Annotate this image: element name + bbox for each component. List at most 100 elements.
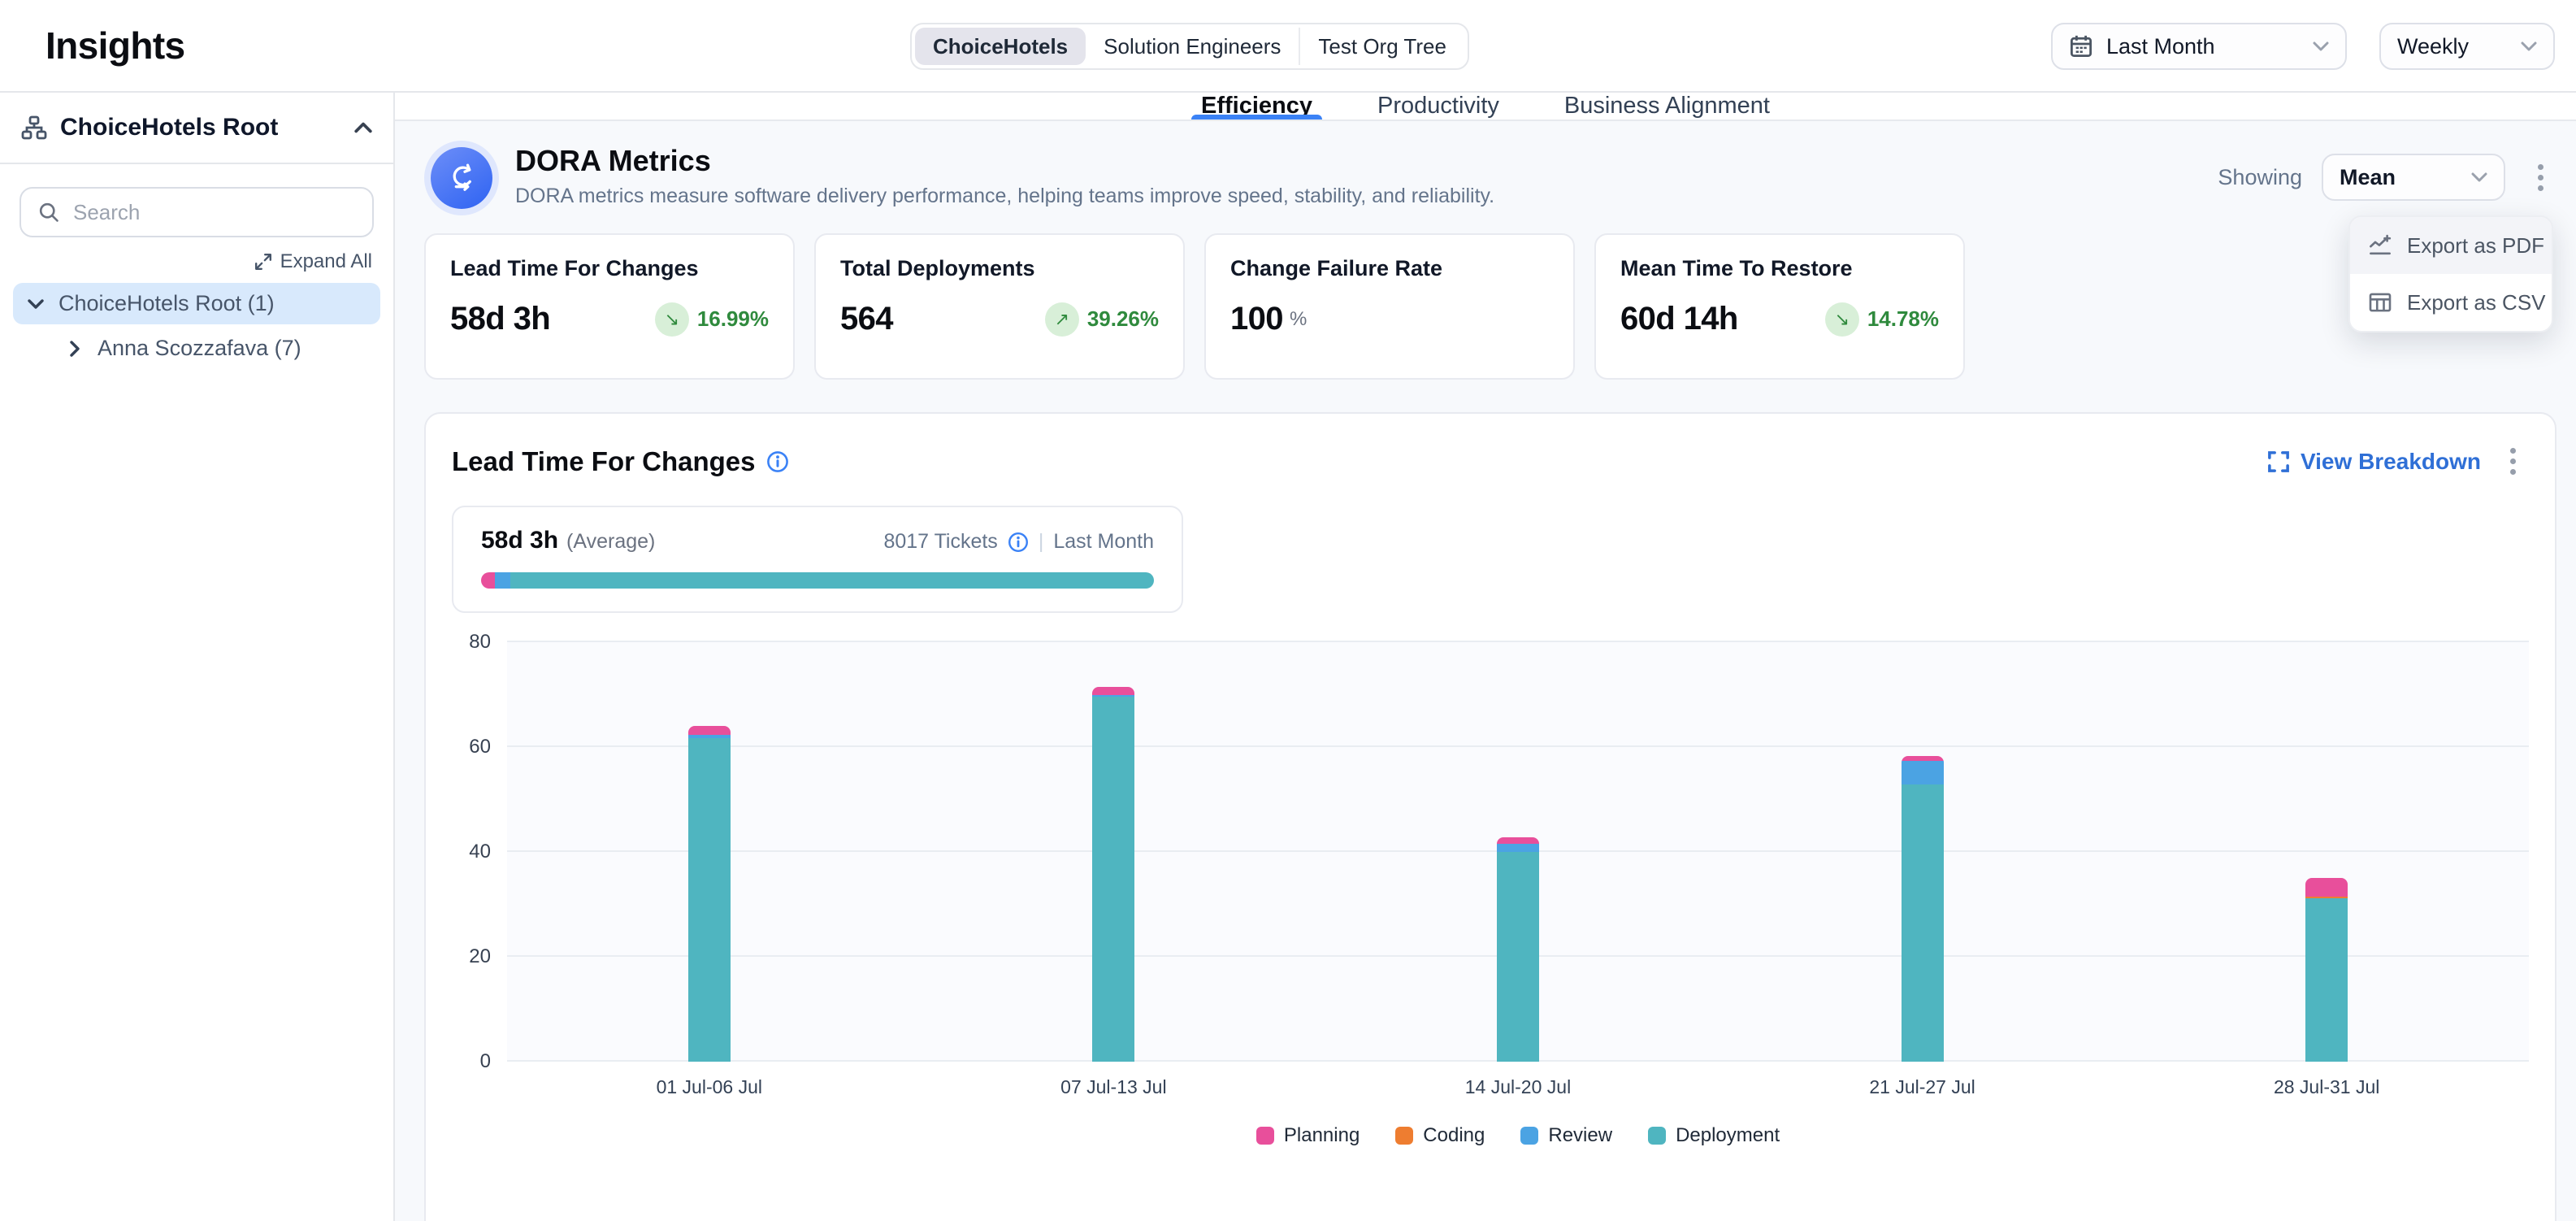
menu-item-export-as-csv[interactable]: Export as CSV <box>2350 274 2552 331</box>
expand-corners-icon <box>2268 451 2289 472</box>
chevron-right-icon[interactable] <box>67 343 83 354</box>
metric-title: Total Deployments <box>840 256 1159 281</box>
legend-item-deployment[interactable]: Deployment <box>1648 1124 1780 1147</box>
chevron-up-icon[interactable] <box>354 122 372 133</box>
bar-segment-planning <box>1092 687 1134 695</box>
legend-label: Coding <box>1423 1124 1485 1147</box>
menu-item-label: Export as CSV <box>2407 290 2546 315</box>
phase-distribution-bar <box>481 572 1154 589</box>
content: DORA Metrics DORA metrics measure softwa… <box>395 121 2576 1221</box>
phase-segment-deployment <box>510 572 1154 589</box>
search-field[interactable] <box>20 187 374 237</box>
tab-efficiency[interactable]: Efficiency <box>1201 93 1312 119</box>
x-tick-label: 07 Jul-13 Jul <box>912 1076 1316 1098</box>
tree-node-anna-scozzafava-7[interactable]: Anna Scozzafava (7) <box>13 328 380 369</box>
legend-item-planning[interactable]: Planning <box>1256 1124 1360 1147</box>
menu-item-export-as-pdf[interactable]: Export as PDF <box>2350 217 2552 274</box>
metric-delta: ↘ 14.78% <box>1825 302 1939 337</box>
menu-item-label: Export as PDF <box>2407 233 2544 259</box>
chart-line-icon <box>2368 233 2392 258</box>
legend-item-review[interactable]: Review <box>1520 1124 1612 1147</box>
phase-segment-planning <box>481 572 495 589</box>
calendar-icon <box>2069 34 2093 59</box>
metric-card-total-deployments: Total Deployments 564 ↗39.26% <box>814 233 1185 380</box>
y-tick-label: 80 <box>469 631 491 654</box>
legend-label: Planning <box>1284 1124 1360 1147</box>
y-tick-label: 60 <box>469 736 491 758</box>
lead-time-title: Lead Time For Changes <box>452 446 755 477</box>
bar-week-3[interactable] <box>1497 837 1539 1062</box>
tab-business-alignment[interactable]: Business Alignment <box>1564 93 1770 119</box>
org-tab-choicehotels[interactable]: ChoiceHotels <box>915 28 1086 65</box>
aggregation-select[interactable]: Mean <box>2322 154 2505 201</box>
trend-down-icon: ↘ <box>1825 302 1859 337</box>
export-menu: Export as PDF Export as CSV <box>2348 215 2553 332</box>
gridline <box>507 745 2529 747</box>
info-icon[interactable] <box>1008 532 1029 553</box>
chart-more-options-button[interactable] <box>2497 438 2529 484</box>
org-tree: ChoiceHotels Root (1) Anna Scozzafava (7) <box>0 283 393 369</box>
chevron-down-icon[interactable] <box>28 298 44 310</box>
granularity-select[interactable]: Weekly <box>2379 23 2555 70</box>
org-tab-test-org-tree[interactable]: Test Org Tree <box>1299 28 1464 65</box>
bar-week-4[interactable] <box>1902 756 1944 1062</box>
sidebar-title: ChoiceHotels Root <box>60 114 341 141</box>
expand-all-button[interactable]: Expand All <box>21 250 372 273</box>
bar-week-1[interactable] <box>688 726 731 1062</box>
y-tick-label: 20 <box>469 945 491 968</box>
bar-segment-deployment <box>1497 852 1539 1062</box>
lead-time-summary: 58d 3h (Average) 8017 Tickets | Last Mon… <box>452 506 1183 613</box>
date-range-select[interactable]: Last Month <box>2051 23 2347 70</box>
page-title: Insights <box>46 24 185 67</box>
dora-cycle-icon <box>431 147 492 209</box>
x-tick-label: 14 Jul-20 Jul <box>1316 1076 1720 1098</box>
metric-value: 564 <box>840 301 893 337</box>
metric-delta-value: 14.78% <box>1867 306 1939 332</box>
metric-delta: ↘16.99% <box>655 302 769 337</box>
summary-value: 58d 3h <box>481 527 558 554</box>
bar-segment-planning <box>1497 837 1539 844</box>
metric-delta: ↗39.26% <box>1045 302 1159 337</box>
metric-card-lead-time-for-changes: Lead Time For Changes58d 3h↘16.99% <box>424 233 795 380</box>
org-tab-solution-engineers[interactable]: Solution Engineers <box>1086 28 1299 65</box>
legend-swatch <box>1256 1127 1274 1145</box>
metric-unit: % <box>1290 308 1307 331</box>
y-tick-label: 0 <box>480 1050 491 1073</box>
search-icon <box>37 201 60 224</box>
bar-segment-planning <box>688 726 731 735</box>
expand-all-label: Expand All <box>280 250 372 273</box>
view-breakdown-button[interactable]: View Breakdown <box>2268 449 2481 475</box>
divider: | <box>1039 530 1044 554</box>
org-tree-sidebar: ChoiceHotels Root Expand All ChoiceHotel… <box>0 93 395 1221</box>
search-input[interactable] <box>73 200 356 225</box>
dora-more-options-button[interactable] <box>2525 154 2556 201</box>
metric-title: Lead Time For Changes <box>450 256 769 281</box>
dora-title: DORA Metrics <box>515 144 1494 178</box>
sidebar-header[interactable]: ChoiceHotels Root <box>0 93 393 164</box>
metric-value: 100 <box>1230 301 1283 337</box>
info-icon[interactable] <box>766 450 789 473</box>
summary-qualifier: (Average) <box>566 530 655 554</box>
legend-swatch <box>1395 1127 1413 1145</box>
metric-card-mean-time-to-restore: Mean Time To Restore60d 14h↘14.78% <box>1594 233 1965 380</box>
bar-week-5[interactable] <box>2305 878 2348 1062</box>
tree-node-choicehotels-root-1[interactable]: ChoiceHotels Root (1) <box>13 283 380 324</box>
bar-segment-planning <box>2305 878 2348 897</box>
chevron-down-icon <box>2471 172 2487 182</box>
showing-label: Showing <box>2218 165 2302 190</box>
chart-legend: Planning Coding Review Deployment <box>507 1124 2529 1147</box>
phase-segment-review <box>495 572 510 589</box>
metric-title: Change Failure Rate <box>1230 256 1549 281</box>
x-tick-label: 21 Jul-27 Jul <box>1720 1076 2125 1098</box>
bar-segment-deployment <box>1902 784 1944 1062</box>
bar-week-2[interactable] <box>1092 687 1134 1062</box>
chevron-down-icon <box>2521 41 2537 51</box>
metric-title: Mean Time To Restore <box>1620 256 1939 281</box>
gridline <box>507 641 2529 642</box>
tickets-count: 8017 Tickets <box>883 530 997 554</box>
legend-item-coding[interactable]: Coding <box>1395 1124 1485 1147</box>
legend-label: Deployment <box>1676 1124 1780 1147</box>
tree-node-label: Anna Scozzafava (7) <box>98 336 301 361</box>
metric-cards-row: Lead Time For Changes58d 3h↘16.99%Total … <box>424 233 1965 380</box>
tab-productivity[interactable]: Productivity <box>1377 93 1499 119</box>
